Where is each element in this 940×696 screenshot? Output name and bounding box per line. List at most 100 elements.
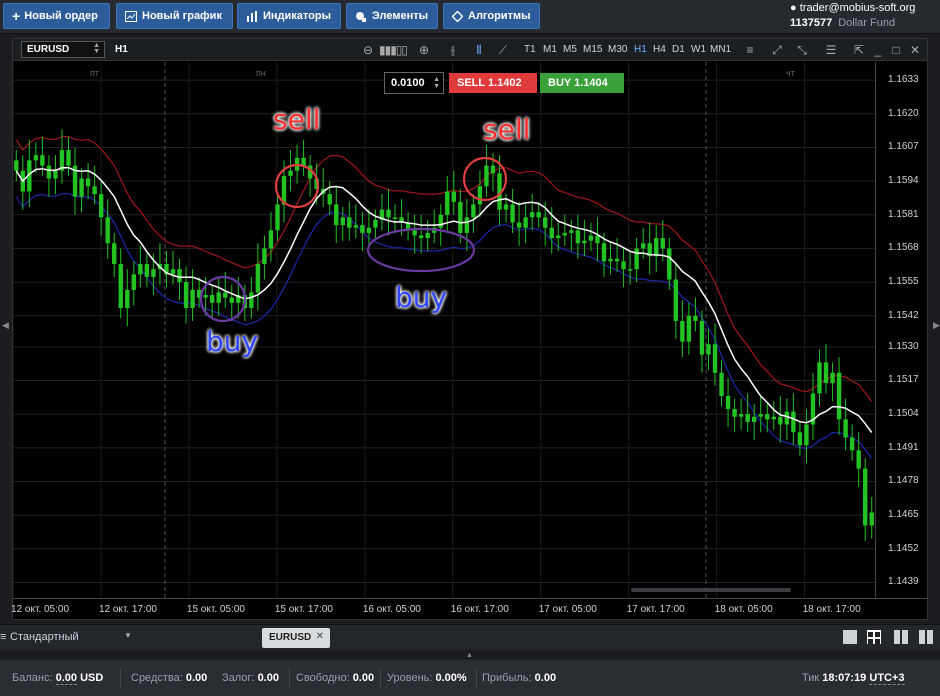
settings-icon[interactable]: ☰ xyxy=(823,42,839,58)
tf-M5[interactable]: M5 xyxy=(563,44,577,55)
price-tick-label: 1.1491 xyxy=(888,441,919,453)
candle-body xyxy=(797,432,803,446)
close-tab-icon[interactable]: ✕ xyxy=(316,631,324,642)
candle-body xyxy=(588,235,594,241)
candle-body xyxy=(445,191,450,215)
zoom-out-icon[interactable]: ⊖ xyxy=(360,42,376,58)
time-tick-label: 18 окт. 17:00 xyxy=(802,604,861,615)
minimize-icon[interactable]: _ xyxy=(870,42,886,58)
candle-body xyxy=(849,437,855,451)
zoom-slider-icon[interactable]: ▮▮▮▯▯ xyxy=(379,42,408,58)
lot-size-value: 0.0100 xyxy=(391,77,425,89)
candle-body xyxy=(353,225,359,228)
candle-body xyxy=(190,289,195,308)
balance-value[interactable]: 0.00 xyxy=(55,672,77,685)
line-chart-type-icon[interactable]: ⟋ xyxy=(495,42,511,58)
candle-body xyxy=(484,165,489,187)
tf-D1[interactable]: D1 xyxy=(672,44,685,55)
layout-rows-icon[interactable] xyxy=(919,630,933,644)
candle-body xyxy=(856,450,861,469)
divider xyxy=(380,668,381,688)
candle-body xyxy=(863,468,868,526)
workspace-menu-icon[interactable]: ≡ xyxy=(0,631,6,643)
balance-currency: USD xyxy=(80,672,104,684)
right-collapse-arrow-icon[interactable]: ▶ xyxy=(933,320,940,334)
workspace-select[interactable]: Стандартный xyxy=(10,631,79,643)
lot-size-input[interactable]: 0.0100 ▲ ▼ xyxy=(384,72,444,94)
tf-W1[interactable]: W1 xyxy=(691,44,706,55)
candle-body xyxy=(46,165,52,179)
candle-body xyxy=(229,297,234,303)
account-info[interactable]: ● trader@mobius-soft.org 1137577 Dollar F… xyxy=(790,1,936,31)
candle-body xyxy=(451,191,456,202)
chevron-down-icon[interactable]: ▼ xyxy=(124,631,132,640)
new-chart-button[interactable]: Новый график xyxy=(116,3,233,29)
lot-stepper-icon[interactable]: ▲ ▼ xyxy=(433,76,440,90)
funds-item: Средства: 0.00 xyxy=(131,672,207,684)
workspace-bar: ≡ Стандартный ▼ EURUSD ✕ ▲ xyxy=(0,624,940,659)
candle-body xyxy=(170,269,176,275)
zoom-in-icon[interactable]: ⊕ xyxy=(416,42,432,58)
candle-body xyxy=(183,282,189,308)
candle-body xyxy=(836,372,842,420)
chart-toolbar: EURUSD ▲ ▼ H1 ⊖ ▮▮▮▯▯ ⊕ ⫲ ⫴ ⟋ T1 M1 M5 M1… xyxy=(13,39,927,61)
price-plot[interactable]: пт пн чт xyxy=(13,62,875,598)
price-tick-label: 1.1517 xyxy=(888,374,919,386)
candle-body xyxy=(125,289,130,308)
tf-M1[interactable]: M1 xyxy=(543,44,557,55)
bar-chart-type-icon[interactable]: ⫲ xyxy=(445,42,461,58)
tf-H1[interactable]: H1 xyxy=(634,44,647,55)
funds-label: Средства: xyxy=(131,672,183,684)
candle-body xyxy=(392,217,398,219)
candle-body xyxy=(334,204,339,226)
crosshair-icon[interactable]: ⤢ xyxy=(769,42,785,58)
lower-band-line xyxy=(15,192,873,459)
layout-single-icon[interactable] xyxy=(843,630,857,644)
elements-button[interactable]: Элементы xyxy=(346,3,438,29)
price-tick-label: 1.1555 xyxy=(888,276,919,288)
left-collapse-arrow-icon[interactable]: ◀ xyxy=(2,320,9,334)
algorithms-button[interactable]: Алгоритмы xyxy=(443,3,540,29)
balance-label: Баланс: xyxy=(12,672,53,684)
horizontal-scrollbar[interactable] xyxy=(631,588,791,592)
layout-columns-icon[interactable] xyxy=(894,630,908,644)
candle-body xyxy=(412,230,417,236)
candle-body xyxy=(288,170,293,176)
candle-body xyxy=(33,155,39,161)
layout-grid-icon[interactable] xyxy=(867,630,881,644)
buy-annotation-2: buy xyxy=(395,281,448,314)
tf-T1[interactable]: T1 xyxy=(524,44,536,55)
symbol-select[interactable]: EURUSD ▲ ▼ xyxy=(21,41,105,58)
buy-button[interactable]: BUY 1.1404 xyxy=(540,73,624,93)
sell-annotation-2: sell xyxy=(483,113,531,146)
maximize-icon[interactable]: □ xyxy=(888,42,904,58)
price-tick-label: 1.1530 xyxy=(888,340,919,352)
expand-icon[interactable]: ⤡ xyxy=(794,42,810,58)
price-tick-label: 1.1542 xyxy=(888,309,919,321)
divider xyxy=(120,668,121,688)
close-icon[interactable]: ✕ xyxy=(907,42,923,58)
detach-icon[interactable]: ⇱ xyxy=(851,42,867,58)
tf-M30[interactable]: M30 xyxy=(608,44,627,55)
new-order-button[interactable]: + Новый ордер xyxy=(3,3,110,29)
candle-body xyxy=(151,269,156,277)
sell-button[interactable]: SELL 1.1402 xyxy=(449,73,537,93)
candle-body xyxy=(569,230,574,233)
divider xyxy=(289,668,290,688)
timezone-select[interactable]: UTC+3 xyxy=(869,672,905,685)
indicators-button[interactable]: Индикаторы xyxy=(237,3,341,29)
candle-body xyxy=(268,230,274,249)
candle-body xyxy=(673,279,679,321)
time-axis[interactable]: 12 окт. 05:00 12 окт. 17:00 15 окт. 05:00 1… xyxy=(11,588,927,620)
chart-tab-eurusd[interactable]: EURUSD ✕ xyxy=(262,628,330,648)
tf-MN1[interactable]: MN1 xyxy=(710,44,731,55)
divider xyxy=(476,668,477,688)
tf-H4[interactable]: H4 xyxy=(653,44,666,55)
panel-toggle-icon[interactable]: ▲ xyxy=(466,652,473,659)
candle-chart-type-icon[interactable]: ⫴ xyxy=(471,42,487,58)
candle-body xyxy=(621,261,626,270)
candle-body xyxy=(92,186,97,195)
price-axis[interactable]: 1.1633 1.1620 1.1607 1.1594 1.1581 1.1568 1.15… xyxy=(875,62,927,598)
indicator-settings-icon[interactable]: ≡ xyxy=(742,42,758,58)
tf-M15[interactable]: M15 xyxy=(583,44,602,55)
